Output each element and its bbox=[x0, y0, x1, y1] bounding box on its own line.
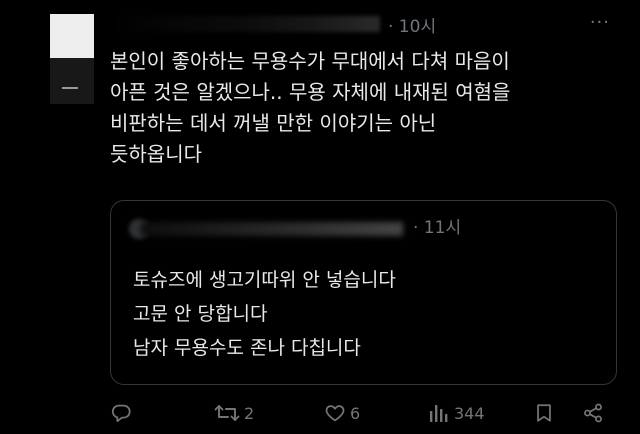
retweet-icon bbox=[214, 402, 240, 424]
more-dots-icon[interactable]: ··· bbox=[590, 12, 610, 33]
share-button[interactable] bbox=[582, 402, 604, 424]
like-count: 6 bbox=[350, 403, 361, 423]
tweet-text-line: 아픈 것은 알겠으나.. 무용 자체에 내재된 여혐을 bbox=[110, 80, 511, 104]
retweet-button[interactable]: 2 bbox=[214, 402, 254, 424]
blurred-author-name bbox=[110, 16, 380, 32]
views-chart-icon bbox=[428, 402, 450, 424]
views-count: 344 bbox=[454, 403, 485, 423]
tweet-timestamp[interactable]: · 10시 bbox=[388, 12, 436, 37]
share-icon bbox=[582, 402, 604, 424]
quoted-tweet-text: 토슈즈에 생고기따위 안 넣습니다 고문 안 당합니다 남자 무용수도 존나 다… bbox=[133, 263, 396, 365]
tweet-text-line: 본인이 좋아하는 무용수가 무대에서 다쳐 마음이 bbox=[110, 49, 510, 73]
tweet-action-bar: 2 6 344 bbox=[110, 402, 620, 432]
bookmark-button[interactable] bbox=[533, 402, 555, 424]
like-button[interactable]: 6 bbox=[324, 402, 360, 424]
blurred-quoted-author-name bbox=[141, 222, 403, 236]
quoted-text-line: 남자 무용수도 존나 다칩니다 bbox=[133, 337, 361, 359]
quoted-text-line: 토슈즈에 생고기따위 안 넣습니다 bbox=[133, 269, 396, 291]
tweet-text-line: 듯하옵니다 bbox=[110, 142, 202, 166]
tweet-header: · 10시 ··· bbox=[110, 12, 610, 38]
quoted-tweet-card[interactable]: · 11시 토슈즈에 생고기따위 안 넣습니다 고문 안 당합니다 남자 무용수… bbox=[110, 200, 617, 385]
quoted-tweet-timestamp: · 11시 bbox=[413, 218, 462, 238]
avatar-image-bottom bbox=[50, 58, 94, 104]
avatar-image-top bbox=[50, 14, 94, 58]
heart-icon bbox=[324, 402, 346, 424]
views-button[interactable]: 344 bbox=[428, 402, 485, 424]
retweet-count: 2 bbox=[244, 403, 255, 423]
tweet-text: 본인이 좋아하는 무용수가 무대에서 다쳐 마음이 아픈 것은 알겠으나.. 무… bbox=[110, 46, 620, 170]
bookmark-icon bbox=[533, 402, 555, 424]
quoted-text-line: 고문 안 당합니다 bbox=[133, 303, 268, 325]
author-avatar[interactable] bbox=[50, 14, 94, 104]
reply-icon bbox=[110, 402, 132, 424]
reply-button[interactable] bbox=[110, 402, 136, 424]
avatar-image-detail bbox=[62, 87, 78, 89]
tweet-text-line: 비판하는 데서 꺼낼 만한 이야기는 아닌 bbox=[110, 111, 437, 135]
